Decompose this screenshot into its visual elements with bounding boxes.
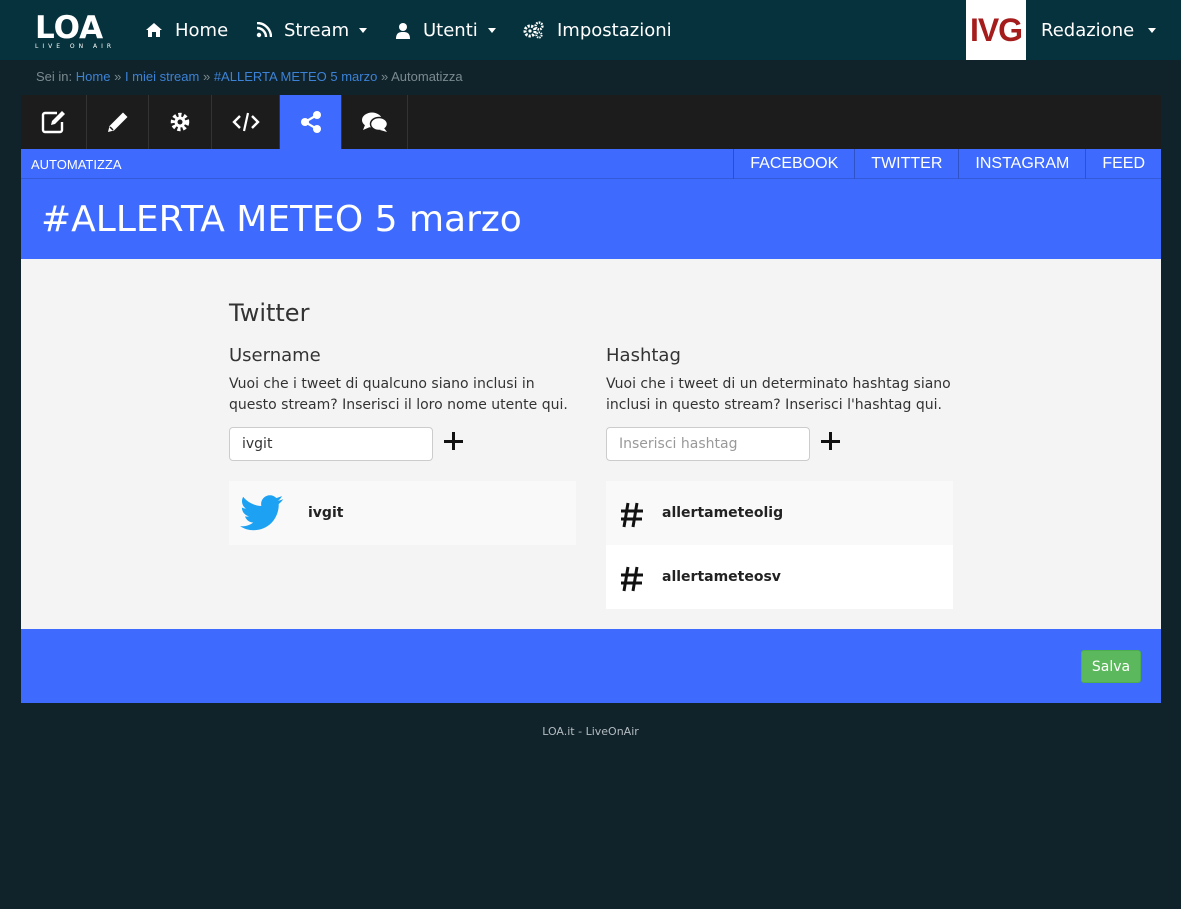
hashtag-description: Vuoi che i tweet di un determinato hasht… xyxy=(606,376,951,413)
nav-impostazioni[interactable]: Impostazioni xyxy=(523,0,672,60)
breadcrumb-separator: » xyxy=(380,69,389,84)
list-item: ivgit xyxy=(229,481,576,545)
tool-embed-code[interactable] xyxy=(212,95,280,149)
gear-icon xyxy=(170,112,190,132)
breadcrumb-separator: » xyxy=(202,69,211,84)
pencil-icon xyxy=(107,112,127,132)
top-navbar: LOA LIVE ON AIR Home Stream Utenti Impos… xyxy=(0,0,1181,60)
breadcrumb: Sei in: Home » I miei stream » #ALLERTA … xyxy=(36,69,463,84)
chevron-down-icon xyxy=(359,27,368,33)
username-column: Username Vuoi che i tweet di qualcuno si… xyxy=(229,345,576,416)
nav-stream-label: Stream xyxy=(284,19,350,41)
username-list: ivgit xyxy=(229,481,576,545)
user-icon xyxy=(396,22,410,39)
hashtag-item-label: allertameteolig xyxy=(662,505,784,521)
breadcrumb-home[interactable]: Home xyxy=(76,69,111,84)
breadcrumb-stream[interactable]: #ALLERTA METEO 5 marzo xyxy=(214,69,378,84)
automation-subnav: AUTOMATIZZA FACEBOOK TWITTER INSTAGRAM F… xyxy=(21,149,1161,179)
nav-impostazioni-label: Impostazioni xyxy=(557,19,672,41)
tool-share-automate[interactable] xyxy=(280,95,342,149)
code-icon xyxy=(231,112,260,132)
tab-facebook[interactable]: FACEBOOK xyxy=(734,149,854,179)
nav-home[interactable]: Home xyxy=(145,0,228,60)
nav-utenti-label: Utenti xyxy=(423,19,478,41)
ivg-brand-text: IVG xyxy=(969,11,1023,48)
list-item: allertameteolig xyxy=(606,481,953,545)
username-input-row xyxy=(229,427,576,461)
comments-icon xyxy=(361,112,388,132)
tab-feed[interactable]: FEED xyxy=(1085,149,1161,179)
logo-text: LOA xyxy=(35,10,104,46)
site-footer: LOA.it - LiveOnAir xyxy=(542,725,639,738)
tool-pencil[interactable] xyxy=(87,95,149,149)
breadcrumb-current: Automatizza xyxy=(391,69,463,84)
twitter-settings-panel: Twitter Username Vuoi che i tweet di qua… xyxy=(21,259,1161,629)
account-label: Redazione xyxy=(1041,19,1135,41)
account-menu[interactable]: Redazione xyxy=(1041,0,1157,60)
hashtag-icon xyxy=(621,566,643,592)
save-button[interactable]: Salva xyxy=(1081,650,1141,683)
tab-instagram[interactable]: INSTAGRAM xyxy=(958,149,1085,179)
username-item-label: ivgit xyxy=(308,505,344,521)
add-username-icon[interactable] xyxy=(443,431,463,451)
tab-twitter[interactable]: TWITTER xyxy=(854,149,958,179)
nav-utenti[interactable]: Utenti xyxy=(395,0,496,60)
section-title: Twitter xyxy=(229,299,310,327)
hashtag-input[interactable] xyxy=(606,427,810,461)
hashtag-item-label: allertameteosv xyxy=(662,569,781,585)
rss-icon xyxy=(256,22,272,38)
action-bar: Salva xyxy=(21,629,1161,703)
nav-stream[interactable]: Stream xyxy=(256,0,368,60)
twitter-bird-icon xyxy=(240,495,284,531)
tool-comments[interactable] xyxy=(342,95,408,149)
tool-edit[interactable] xyxy=(21,95,87,149)
tool-settings[interactable] xyxy=(149,95,212,149)
hashtag-icon xyxy=(621,502,643,528)
breadcrumb-prefix: Sei in: xyxy=(36,69,73,84)
hashtag-column: Hashtag Vuoi che i tweet di un determina… xyxy=(606,345,953,416)
loa-logo[interactable]: LOA LIVE ON AIR xyxy=(35,12,117,54)
edit-square-icon xyxy=(41,111,65,134)
hashtag-list: allertameteolig allertameteosv xyxy=(606,481,953,609)
nav-home-label: Home xyxy=(175,19,229,41)
subnav-label: AUTOMATIZZA xyxy=(31,157,122,172)
chevron-down-icon xyxy=(1148,27,1157,33)
share-icon xyxy=(300,111,321,133)
home-icon xyxy=(146,23,162,37)
add-hashtag-icon[interactable] xyxy=(820,431,840,451)
hashtag-input-row xyxy=(606,427,953,461)
username-heading: Username xyxy=(229,345,321,366)
page-title: #ALLERTA METEO 5 marzo xyxy=(41,199,522,240)
source-tabs: FACEBOOK TWITTER INSTAGRAM FEED xyxy=(733,149,1161,179)
gears-icon xyxy=(523,21,544,39)
breadcrumb-my-streams[interactable]: I miei stream xyxy=(125,69,199,84)
logo-tagline: LIVE ON AIR xyxy=(35,43,116,50)
list-item: allertameteosv xyxy=(606,545,953,609)
hashtag-heading: Hashtag xyxy=(606,345,681,366)
ivg-brand-badge[interactable]: IVG xyxy=(966,0,1026,60)
username-input[interactable] xyxy=(229,427,433,461)
breadcrumb-separator: » xyxy=(114,69,122,84)
username-description: Vuoi che i tweet di qualcuno siano inclu… xyxy=(229,376,568,413)
page-header: #ALLERTA METEO 5 marzo xyxy=(21,179,1161,259)
stream-toolbar xyxy=(21,95,1161,149)
chevron-down-icon xyxy=(487,27,496,33)
